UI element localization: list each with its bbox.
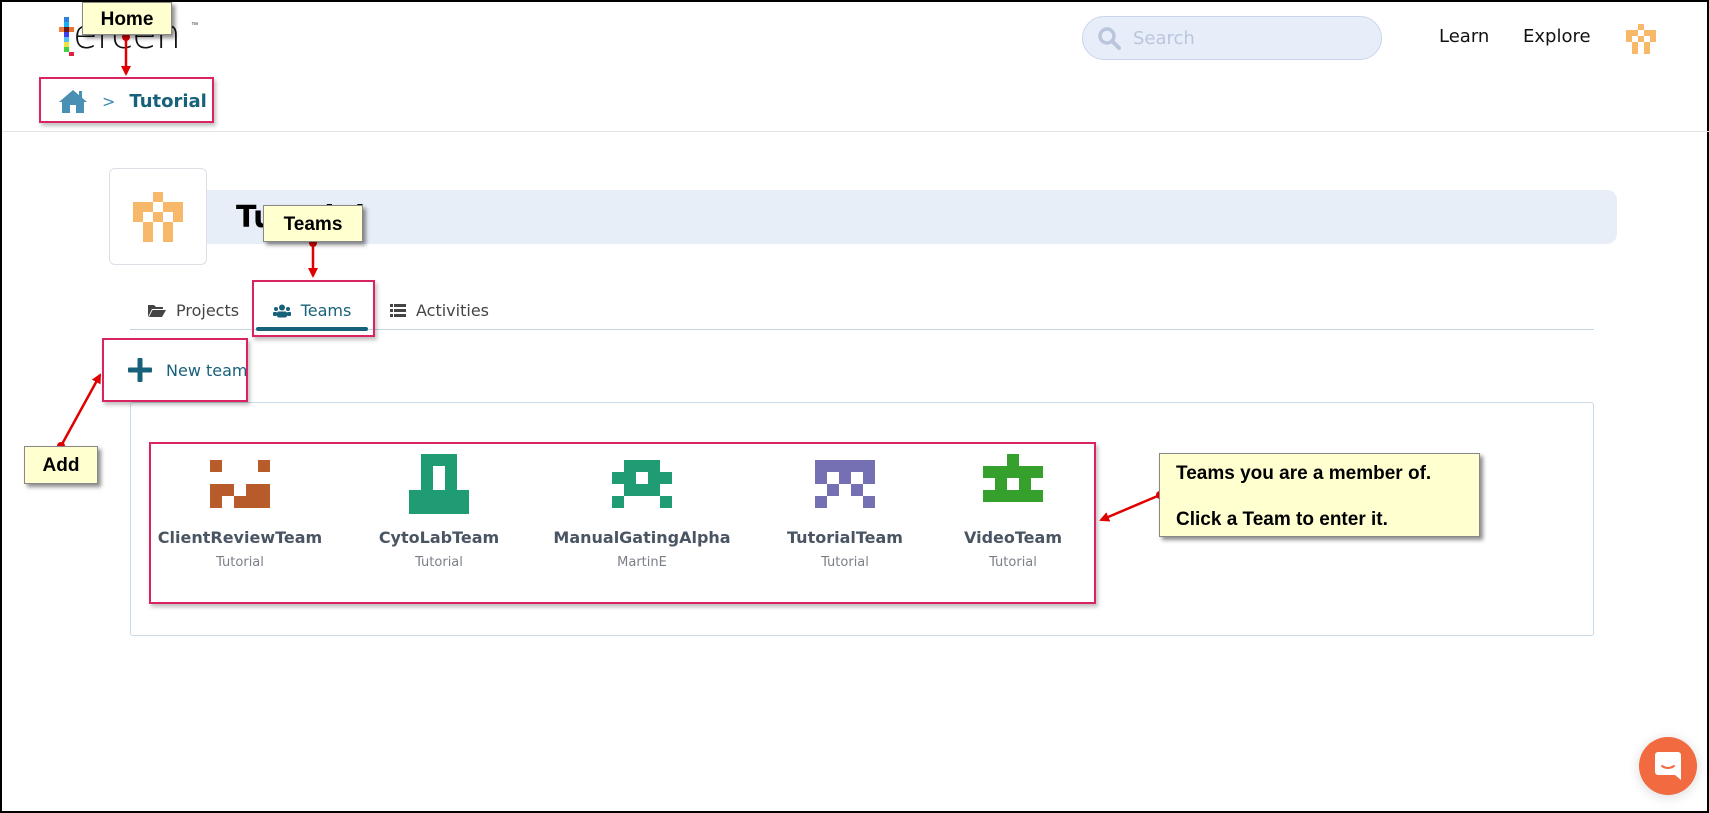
- annotation-text-line: Click a Team to enter it.: [1176, 509, 1388, 530]
- team-name: CytoLabTeam: [378, 528, 500, 547]
- breadcrumb: > Tutorial: [58, 86, 207, 116]
- search-icon: [1098, 27, 1121, 50]
- team-identicon-icon: [815, 460, 875, 508]
- nav-learn-link[interactable]: Learn: [1439, 26, 1489, 47]
- annotation-callout-add: Add: [24, 446, 98, 484]
- user-identicon-icon: [1626, 24, 1656, 54]
- breadcrumb-current[interactable]: Tutorial: [129, 91, 206, 112]
- team-name: VideoTeam: [964, 528, 1062, 547]
- folder-open-icon: [148, 304, 166, 317]
- project-tabs: Projects Teams Activities: [130, 292, 1594, 331]
- tab-projects[interactable]: Projects: [148, 292, 239, 329]
- breadcrumb-home-link[interactable]: [58, 88, 88, 114]
- team-owner: MartinE: [617, 555, 667, 570]
- user-avatar[interactable]: [1626, 24, 1656, 59]
- annotation-callout-teams-info: Teams you are a member of. Click a Team …: [1159, 453, 1480, 537]
- tab-projects-label: Projects: [176, 301, 240, 320]
- project-identicon-icon: [133, 191, 183, 242]
- team-identicon-icon: [210, 460, 270, 508]
- tab-teams[interactable]: Teams: [256, 292, 368, 331]
- team-card[interactable]: CytoLabTeam Tutorial: [344, 454, 534, 570]
- team-owner: Tutorial: [989, 555, 1037, 570]
- search-box[interactable]: [1082, 16, 1382, 60]
- team-owner: Tutorial: [821, 555, 869, 570]
- users-icon: [272, 304, 291, 317]
- team-identicon-icon: [612, 460, 672, 508]
- home-icon: [59, 90, 87, 113]
- team-name: ManualGatingAlpha: [553, 528, 731, 547]
- logo-trademark: ™: [191, 22, 198, 29]
- tab-teams-label: Teams: [300, 301, 352, 320]
- team-owner: Tutorial: [415, 555, 463, 570]
- search-input[interactable]: [1133, 27, 1353, 49]
- team-card[interactable]: VideoTeam Tutorial: [918, 454, 1108, 570]
- arrow-add: [57, 373, 102, 450]
- team-name: ClientReviewTeam: [157, 528, 323, 547]
- team-owner: Tutorial: [216, 555, 264, 570]
- arrow-teams: [308, 239, 318, 278]
- list-icon: [390, 304, 406, 317]
- team-name: TutorialTeam: [787, 528, 903, 547]
- team-card[interactable]: ClientReviewTeam Tutorial: [145, 454, 335, 570]
- team-identicon-icon: [409, 454, 469, 514]
- annotation-callout-teams: Teams: [263, 205, 363, 242]
- new-team-label: New team: [166, 360, 248, 380]
- tab-activities[interactable]: Activities: [390, 292, 489, 329]
- team-card[interactable]: TutorialTeam Tutorial: [750, 454, 940, 570]
- new-team-button[interactable]: New team: [128, 352, 248, 388]
- project-title-bar: [207, 190, 1617, 244]
- tab-activities-label: Activities: [416, 301, 489, 320]
- nav-explore-link[interactable]: Explore: [1523, 26, 1591, 47]
- team-card[interactable]: ManualGatingAlpha MartinE: [547, 454, 737, 570]
- team-identicon-icon: [983, 454, 1043, 502]
- breadcrumb-separator: >: [102, 91, 116, 111]
- header-divider: [2, 131, 1709, 132]
- annotation-callout-home: Home: [82, 2, 172, 35]
- project-avatar: [109, 168, 207, 265]
- plus-icon: [128, 358, 152, 382]
- chat-bubble-icon: [1655, 752, 1681, 780]
- chat-launcher-button[interactable]: [1639, 737, 1697, 795]
- annotation-text-line: Teams you are a member of.: [1176, 463, 1432, 484]
